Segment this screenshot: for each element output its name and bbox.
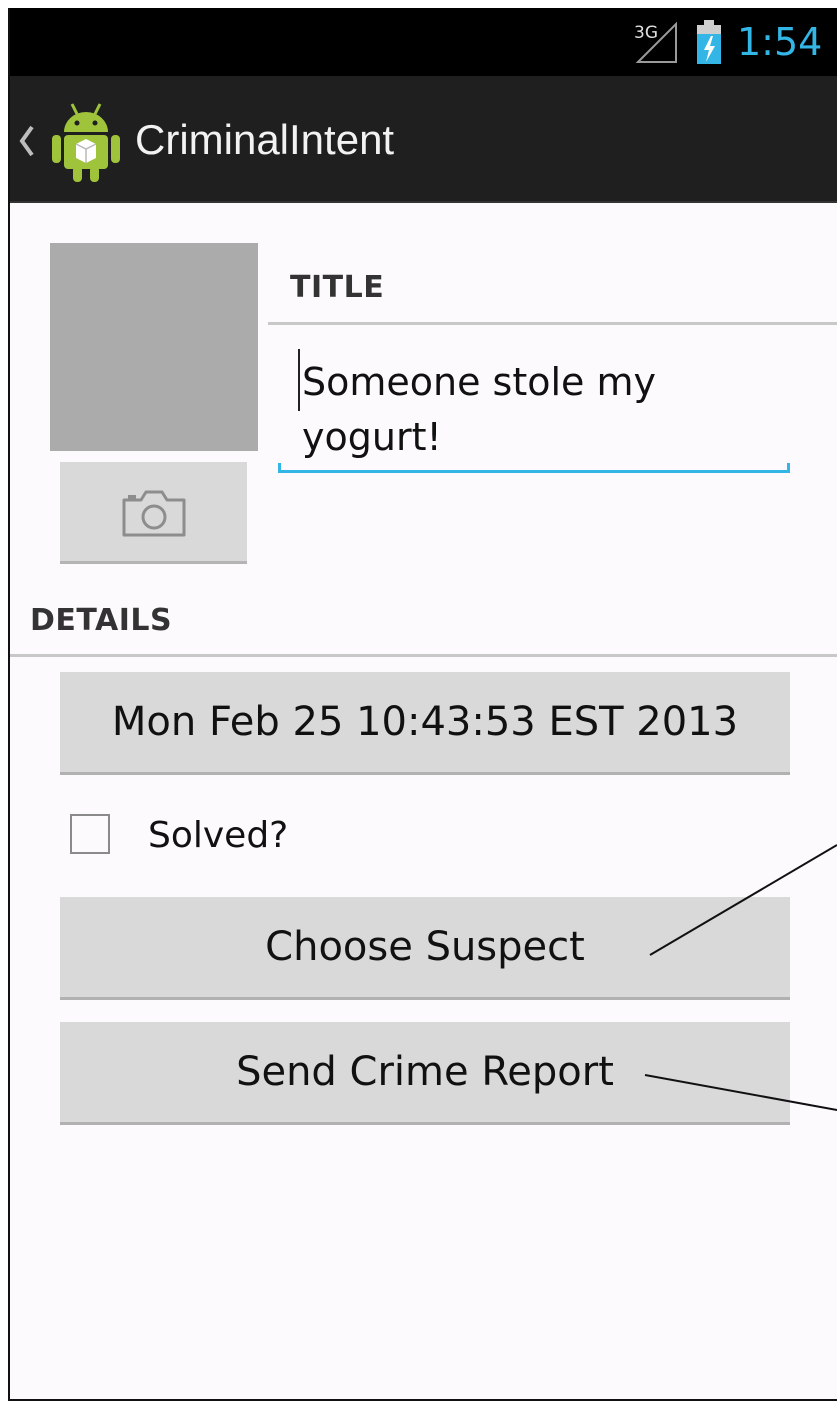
- details-divider: [10, 654, 837, 657]
- android-app-icon[interactable]: [50, 98, 122, 184]
- field-underline: [278, 470, 790, 473]
- crime-date-button[interactable]: Mon Feb 25 10:43:53 EST 2013: [60, 672, 790, 775]
- crime-photo: [50, 243, 258, 451]
- status-bar: 3G 1:54: [10, 8, 837, 76]
- text-cursor: [298, 349, 300, 411]
- up-caret-icon[interactable]: [18, 124, 36, 158]
- title-section-label: TITLE: [290, 270, 385, 305]
- app-title: CriminalIntent: [135, 116, 395, 163]
- phone-screen: 3G 1:54 CriminalIntent TITLE Someone sto…: [8, 8, 837, 1401]
- solved-label[interactable]: Solved?: [148, 814, 288, 858]
- send-crime-report-button[interactable]: Send Crime Report: [60, 1022, 790, 1125]
- camera-button[interactable]: [60, 462, 247, 564]
- solved-checkbox[interactable]: [70, 814, 110, 854]
- action-bar: CriminalIntent: [10, 76, 837, 203]
- signal-3g-icon: 3G: [634, 21, 677, 63]
- details-section-label: DETAILS: [30, 603, 173, 638]
- battery-charging-icon: [697, 20, 721, 64]
- field-underline-left-tick: [278, 463, 281, 473]
- network-type-label: 3G: [634, 23, 658, 43]
- title-divider: [268, 322, 837, 325]
- crime-title-text: Someone stole my yogurt!: [302, 360, 657, 459]
- field-underline-right-tick: [787, 463, 790, 473]
- status-clock: 1:54: [737, 20, 823, 64]
- crime-title-field[interactable]: Someone stole my yogurt!: [278, 343, 790, 473]
- choose-suspect-button[interactable]: Choose Suspect: [60, 897, 790, 1000]
- camera-icon: [122, 490, 185, 536]
